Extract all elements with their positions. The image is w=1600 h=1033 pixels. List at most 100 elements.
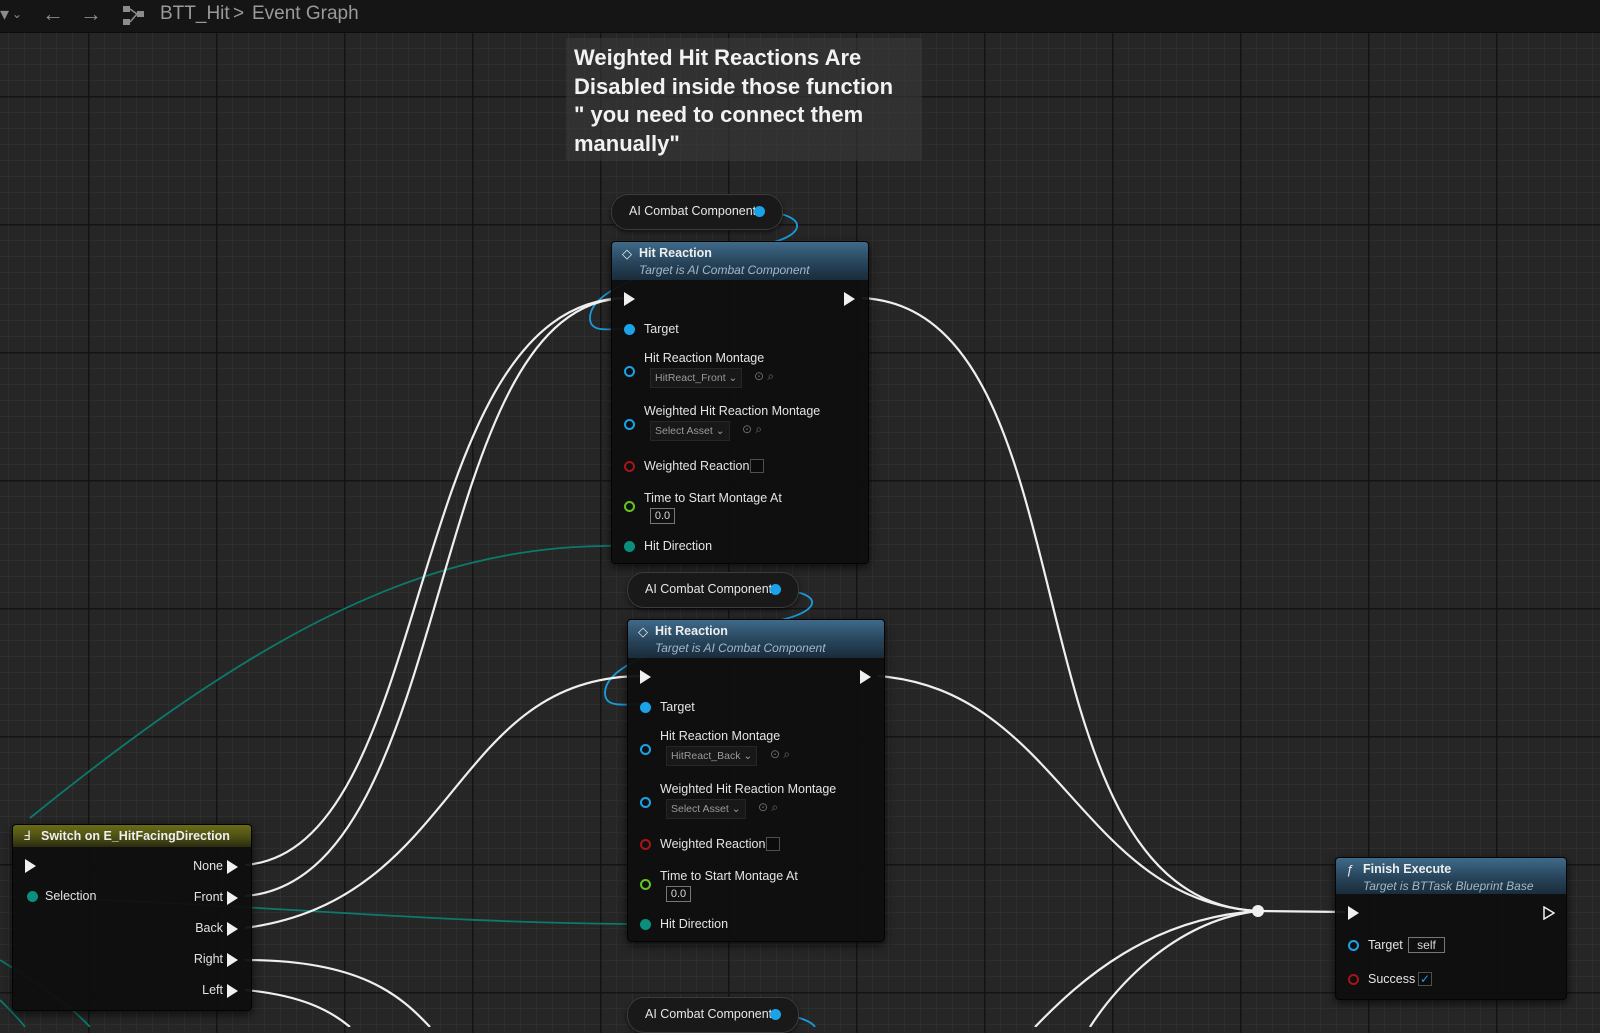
weighted-reaction-checkbox[interactable] xyxy=(766,837,780,851)
weighted-montage-asset-picker[interactable]: Select Asset ⌄ xyxy=(666,799,746,819)
target-pin[interactable] xyxy=(624,324,635,335)
function-icon: ◇ xyxy=(638,624,648,639)
exec-output-pin[interactable] xyxy=(227,860,238,874)
time-input[interactable]: 0.0 xyxy=(650,508,675,524)
weighted-reaction-pin[interactable] xyxy=(640,839,651,850)
getter-output-pin[interactable] xyxy=(770,584,781,595)
ai-combat-component-getter[interactable]: AI Combat Component xyxy=(611,194,783,230)
graph-nodes-icon xyxy=(123,6,144,25)
target-pin[interactable] xyxy=(1348,940,1359,951)
exec-output-pin[interactable] xyxy=(227,891,238,905)
switch-output-label: Front xyxy=(193,890,223,904)
node-header: ◇ Hit Reaction Target is AI Combat Compo… xyxy=(628,620,884,658)
wire-exec-finish xyxy=(1257,909,1346,914)
getter-output-pin[interactable] xyxy=(770,1009,781,1020)
asset-browse-icons[interactable]: ⊙ ⌕ xyxy=(758,800,778,815)
weighted-montage-pin[interactable] xyxy=(640,797,651,808)
forward-arrow-icon[interactable]: → xyxy=(80,0,102,28)
asset-browse-icons[interactable]: ⊙ ⌕ xyxy=(754,369,774,384)
getter-label: AI Combat Component xyxy=(645,1007,773,1021)
reroute-node[interactable] xyxy=(1252,905,1264,917)
selection-pin[interactable] xyxy=(27,891,38,902)
time-label: Time to Start Montage At xyxy=(644,491,782,505)
node-title: Hit Reaction xyxy=(655,624,728,638)
asset-browse-icons[interactable]: ⊙ ⌕ xyxy=(770,747,790,762)
exec-output-pin[interactable] xyxy=(844,292,855,306)
exec-output-pin[interactable] xyxy=(227,922,238,936)
time-pin[interactable] xyxy=(624,501,635,512)
exec-output-pin[interactable] xyxy=(1543,906,1555,920)
target-self-input[interactable]: self xyxy=(1408,937,1445,953)
time-input[interactable]: 0.0 xyxy=(666,886,691,902)
target-pin[interactable] xyxy=(640,702,651,713)
hit-direction-pin[interactable] xyxy=(624,541,635,552)
montage-asset-value: HitReact_Front xyxy=(655,372,726,384)
target-label: Target xyxy=(644,322,679,336)
montage-pin[interactable] xyxy=(624,366,635,377)
target-label: Target xyxy=(1368,938,1403,952)
getter-label: AI Combat Component xyxy=(645,582,773,596)
function-f-icon: ƒ xyxy=(1346,862,1354,877)
exec-input-pin[interactable] xyxy=(640,670,651,684)
success-checkbox[interactable]: ✓ xyxy=(1418,972,1432,986)
function-icon: ◇ xyxy=(622,246,632,261)
node-title: Switch on E_HitFacingDirection xyxy=(41,829,230,843)
montage-asset-picker[interactable]: HitReact_Back ⌄ xyxy=(666,746,758,766)
weighted-montage-pin[interactable] xyxy=(624,419,635,430)
switch-output-label: Left xyxy=(202,983,223,997)
back-arrow-icon[interactable]: ← xyxy=(42,0,64,28)
time-pin[interactable] xyxy=(640,879,651,890)
hit-reaction-node[interactable]: ◇ Hit Reaction Target is AI Combat Compo… xyxy=(611,241,869,564)
exec-output-pin[interactable] xyxy=(227,984,238,998)
chevron-down-icon[interactable]: ⌄ xyxy=(12,0,22,28)
wire-exec-out-2 xyxy=(877,674,1259,913)
exec-input-pin[interactable] xyxy=(624,292,635,306)
exec-input-pin[interactable] xyxy=(1348,906,1359,920)
node-title: Finish Execute xyxy=(1363,862,1452,876)
exec-output-pin[interactable] xyxy=(227,953,238,967)
breadcrumb-blueprint[interactable]: BTT_Hit xyxy=(160,2,230,26)
switch-output-label: Right xyxy=(193,952,223,966)
weighted-montage-label: Weighted Hit Reaction Montage xyxy=(644,404,821,418)
chevron-down-icon: ⌄ xyxy=(743,750,753,762)
asset-browse-icons[interactable]: ⊙ ⌕ xyxy=(742,422,762,437)
weighted-montage-asset-picker[interactable]: Select Asset ⌄ xyxy=(650,421,730,441)
switch-enum-node[interactable]: Ⅎ Switch on E_HitFacingDirection Selecti… xyxy=(12,824,252,1011)
exec-input-pin[interactable] xyxy=(25,859,36,873)
montage-label: Hit Reaction Montage xyxy=(644,351,765,365)
weighted-asset-value: Select Asset xyxy=(671,803,729,815)
weighted-reaction-label: Weighted Reaction xyxy=(644,459,750,473)
success-pin[interactable] xyxy=(1348,974,1359,985)
chevron-down-icon: ⌄ xyxy=(728,372,738,384)
getter-output-pin[interactable] xyxy=(754,206,765,217)
montage-asset-value: HitReact_Back xyxy=(671,750,741,762)
target-label: Target xyxy=(660,700,695,714)
weighted-montage-label: Weighted Hit Reaction Montage xyxy=(660,782,837,796)
hit-reaction-node[interactable]: ◇ Hit Reaction Target is AI Combat Compo… xyxy=(627,619,885,942)
ai-combat-component-getter[interactable]: AI Combat Component xyxy=(627,572,799,608)
montage-pin[interactable] xyxy=(640,744,651,755)
comment-box[interactable]: Weighted Hit Reactions Are Disabled insi… xyxy=(566,38,922,161)
node-subtitle: Target is AI Combat Component xyxy=(655,641,826,655)
finish-execute-node[interactable]: ƒ Finish Execute Target is BTTask Bluepr… xyxy=(1335,857,1567,1000)
node-header: ƒ Finish Execute Target is BTTask Bluepr… xyxy=(1336,858,1566,894)
getter-label: AI Combat Component xyxy=(629,204,757,218)
success-label: Success xyxy=(1368,972,1416,986)
wire-enum-1 xyxy=(29,545,613,819)
switch-output-label: None xyxy=(193,859,223,873)
breadcrumb-graph[interactable]: Event Graph xyxy=(252,2,359,26)
wire-exec-out-1 xyxy=(861,296,1259,913)
ai-combat-component-getter[interactable]: AI Combat Component xyxy=(627,997,799,1033)
weighted-reaction-pin[interactable] xyxy=(624,461,635,472)
menu-dropdown-icon[interactable]: ▾ xyxy=(0,0,9,28)
hit-direction-pin[interactable] xyxy=(640,919,651,930)
exec-output-pin[interactable] xyxy=(860,670,871,684)
wire-exec-none xyxy=(244,296,629,867)
wire-exec-out-3 xyxy=(1034,909,1259,1027)
node-title: Hit Reaction xyxy=(639,246,712,260)
montage-asset-picker[interactable]: HitReact_Front ⌄ xyxy=(650,368,743,388)
node-subtitle: Target is AI Combat Component xyxy=(639,263,810,277)
weighted-reaction-checkbox[interactable] xyxy=(750,459,764,473)
node-header: Ⅎ Switch on E_HitFacingDirection xyxy=(13,825,251,847)
enum-switch-icon: Ⅎ xyxy=(23,828,31,843)
